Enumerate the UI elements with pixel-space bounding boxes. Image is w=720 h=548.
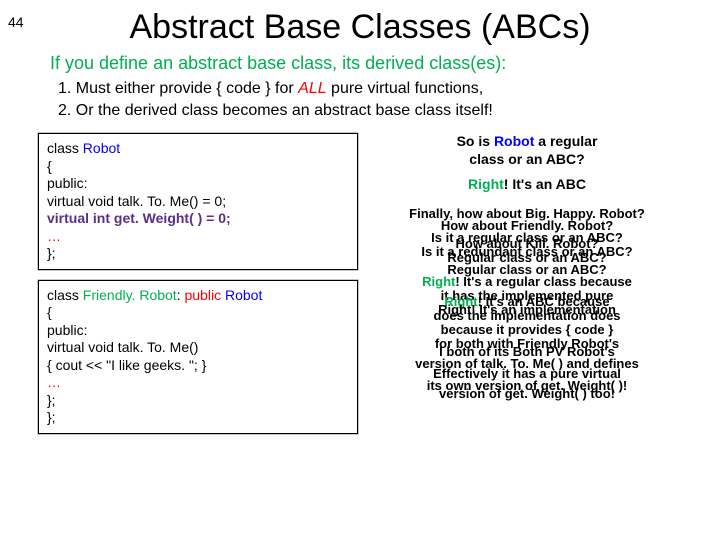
c1-l2: { [47,158,349,176]
q1a: So is [457,133,494,149]
a1a: Right [468,176,504,192]
slide-subtitle: If you define an abstract base class, it… [50,53,702,74]
c1-l1b: Robot [83,140,120,156]
c1-l5: virtual int get. Weight( ) = 0; [47,210,349,228]
q1b: Robot [494,133,534,149]
rule-1-post: pure virtual functions, [327,80,484,97]
c2-l4: virtual void talk. To. Me() [47,339,349,357]
a1b: ! It's an ABC [504,176,586,192]
rule-1: 1. Must either provide { code } for ALL … [58,78,702,100]
c2-l6: … [47,374,349,392]
c1-l7: }; [47,245,349,263]
c2-l1a: class [47,287,83,303]
rules-list: 1. Must either provide { code } for ALL … [58,78,702,121]
c2-l3: public: [47,322,349,340]
answer-1: Right! It's an ABC [372,176,682,194]
c2-l5: { cout << "I like geeks. "; } [47,357,349,375]
c2-l7: }; [47,392,349,410]
q1c: a regular [534,133,597,149]
c1-l1a: class [47,140,83,156]
s8b: ! It's a regular class because [455,274,632,289]
c2-l8: }; [47,409,349,427]
rule-1-emph: ALL [298,80,326,97]
overlapping-text-stack: Finally, how about Big. Happy. Robot? Ho… [372,206,682,416]
s8a: Right [422,274,455,289]
page-number: 44 [8,14,24,30]
rule-1-pre: 1. Must either provide { code } for [58,80,298,97]
c2-l1b: Friendly. Robot [83,287,177,303]
c1-l6: … [47,228,349,246]
right-column: So is Robot a regular class or an ABC? R… [372,133,682,444]
slide-title: Abstract Base Classes (ABCs) [0,8,720,47]
question-1: So is Robot a regular class or an ABC? [372,133,682,168]
c1-l4: virtual void talk. To. Me() = 0; [47,193,349,211]
code-box-friendly-robot: class Friendly. Robot: public Robot { pu… [38,280,358,434]
c2-l1d: public [184,287,221,303]
rule-2: 2. Or the derived class becomes an abstr… [58,100,702,122]
code-box-robot: class Robot { public: virtual void talk.… [38,133,358,270]
c1-l3: public: [47,175,349,193]
s19: version of get. Weight( ) too! [372,386,682,402]
c2-l2: { [47,304,349,322]
left-column: class Robot { public: virtual void talk.… [38,133,358,444]
c2-l1f: Robot [225,287,262,303]
q1d: class or an ABC? [469,151,584,167]
